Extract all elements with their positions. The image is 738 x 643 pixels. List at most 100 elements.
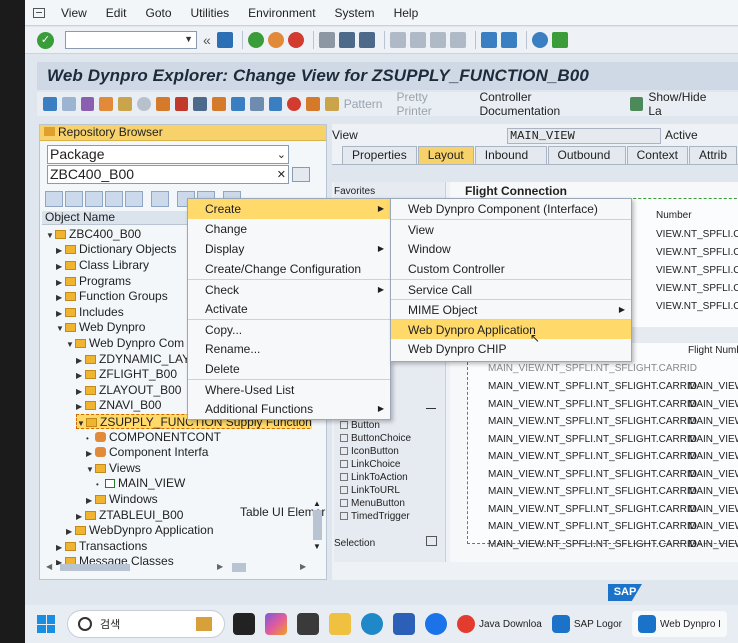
menu-item[interactable]: Display ▶ xyxy=(188,239,390,259)
tree-node[interactable]: ▶ ZNAVI_B00 xyxy=(76,398,161,413)
tree-node[interactable]: ▶ ZLAYOUT_B00 xyxy=(76,383,181,398)
tab-layout[interactable]: Layout xyxy=(417,146,474,164)
menu-environment[interactable]: Environment xyxy=(248,6,315,20)
layout-menu-icon[interactable] xyxy=(551,32,568,48)
display-object-list-icon[interactable] xyxy=(249,97,264,111)
menu-view[interactable]: View xyxy=(61,6,87,20)
scroll-thumb[interactable] xyxy=(60,564,130,571)
test-icon[interactable] xyxy=(174,97,189,111)
collapsed-icon[interactable]: ▶ xyxy=(76,384,85,399)
first-page-icon[interactable] xyxy=(389,32,406,48)
tab-properties[interactable]: Properties xyxy=(342,146,417,164)
expanded-icon[interactable]: ▼ xyxy=(86,462,95,477)
previous-page-icon[interactable] xyxy=(409,32,426,48)
system-menu-icon[interactable] xyxy=(33,7,45,18)
menu-item[interactable]: Activate xyxy=(188,299,390,319)
selection-label[interactable]: Selection xyxy=(334,538,375,549)
other-object-icon[interactable] xyxy=(118,97,132,111)
tree-node[interactable]: ▼ ZBC400_B00 xyxy=(46,227,141,242)
leaf-icon[interactable]: • xyxy=(96,477,105,492)
tree-icon[interactable] xyxy=(230,97,245,111)
collapsed-icon[interactable]: ▶ xyxy=(76,399,85,414)
info-icon[interactable] xyxy=(268,97,283,111)
tree-node[interactable]: ▶ ZTABLEUI_B00 xyxy=(76,508,183,523)
menu-item[interactable]: Check ▶ xyxy=(188,279,390,299)
palette-item[interactable]: LinkToAction xyxy=(340,472,408,484)
show-hide-layout-button[interactable]: Show/Hide La xyxy=(648,90,722,118)
palette-item[interactable]: TimedTrigger xyxy=(340,511,410,523)
collapsed-icon[interactable]: ▶ xyxy=(76,353,85,368)
menu-item[interactable]: Copy... xyxy=(188,319,390,339)
collapsed-icon[interactable]: ▶ xyxy=(56,290,65,305)
tree-node[interactable]: ▶ Includes xyxy=(56,305,124,320)
tree-node[interactable]: ▶ Windows xyxy=(86,492,158,507)
windows-start-icon[interactable] xyxy=(37,615,55,633)
menu-item[interactable]: Service Call xyxy=(391,279,631,299)
tree-node[interactable]: ▼ Views xyxy=(86,461,141,476)
collapsed-icon[interactable]: ▶ xyxy=(86,493,95,508)
menu-item[interactable]: Web Dynpro CHIP xyxy=(391,339,631,359)
taskbar-app-web-dynpro[interactable]: Web Dynpro I xyxy=(632,611,727,637)
tab-context[interactable]: Context xyxy=(626,146,688,164)
find-next-icon[interactable] xyxy=(358,32,375,48)
taskbar-app-chrome[interactable]: Java Downloa xyxy=(457,615,542,633)
collapse-icon[interactable]: « xyxy=(203,32,211,48)
app-icon[interactable] xyxy=(297,613,319,635)
wizard-icon[interactable] xyxy=(324,97,339,111)
tab-inbound-plugs[interactable]: Inbound Plugs xyxy=(474,146,547,177)
scroll-right-icon[interactable]: ▶ xyxy=(217,562,223,571)
selection-icon[interactable] xyxy=(426,536,437,546)
collapsed-icon[interactable]: ▶ xyxy=(76,509,85,524)
controller-documentation-button[interactable]: Controller Documentation xyxy=(479,90,613,118)
tab-attributes[interactable]: Attrib xyxy=(688,146,737,164)
show-hide-icon[interactable] xyxy=(629,97,644,111)
breakpoint-icon[interactable] xyxy=(287,97,302,111)
tree-node[interactable]: ▶ Dictionary Objects xyxy=(56,242,176,257)
tree-node[interactable]: • MAIN_VIEW xyxy=(96,476,185,491)
app-icon[interactable] xyxy=(425,613,447,635)
chevron-down-icon[interactable]: ▼ xyxy=(184,34,193,44)
menu-help[interactable]: Help xyxy=(394,6,419,20)
palette-item[interactable]: MenuButton xyxy=(340,498,405,510)
forward-arrow-icon[interactable] xyxy=(61,97,76,111)
exit-icon[interactable] xyxy=(267,32,284,48)
menu-item[interactable]: Rename... xyxy=(188,339,390,359)
clear-icon[interactable]: ✕ xyxy=(277,167,286,184)
leaf-icon[interactable]: • xyxy=(86,431,95,446)
collapsed-icon[interactable]: ▶ xyxy=(76,368,85,383)
object-type-select[interactable]: Package ⌄ xyxy=(47,145,289,164)
menu-item[interactable]: Web Dynpro Application xyxy=(391,319,631,339)
hierarchy-icon[interactable] xyxy=(212,97,226,111)
collapsed-icon[interactable]: ▶ xyxy=(56,259,65,274)
tree-node[interactable]: ▼ Web Dynpro xyxy=(56,320,145,335)
menu-goto[interactable]: Goto xyxy=(145,6,171,20)
pretty-printer-button[interactable]: Pretty Printer xyxy=(396,90,465,118)
menu-utilities[interactable]: Utilities xyxy=(191,6,230,20)
palette-item[interactable]: ButtonChoice xyxy=(340,433,411,445)
refresh-icon[interactable] xyxy=(85,191,103,207)
back-icon[interactable] xyxy=(247,32,264,48)
tree-node[interactable]: ▶ Programs xyxy=(56,274,131,289)
last-page-icon[interactable] xyxy=(449,32,466,48)
help-icon[interactable] xyxy=(531,32,548,48)
task-view-icon[interactable] xyxy=(233,613,255,635)
menu-item[interactable]: Delete xyxy=(188,359,390,379)
copilot-icon[interactable] xyxy=(265,613,287,635)
cancel-icon[interactable] xyxy=(287,32,304,48)
print-icon[interactable] xyxy=(318,32,335,48)
file-explorer-icon[interactable] xyxy=(329,613,351,635)
display-button[interactable] xyxy=(292,167,310,182)
palette-item[interactable]: LinkToURL xyxy=(340,485,400,497)
menu-item[interactable]: Window xyxy=(391,239,631,259)
chevron-down-icon[interactable]: ⌄ xyxy=(277,147,286,164)
expanded-icon[interactable]: ▼ xyxy=(77,416,86,431)
store-icon[interactable] xyxy=(393,613,415,635)
tree-node[interactable]: • COMPONENTCONT xyxy=(86,430,221,445)
tree-node[interactable]: ▶ Function Groups xyxy=(56,289,168,304)
tree-node[interactable]: ▶ ZDYNAMIC_LAY xyxy=(76,352,190,367)
collapsed-icon[interactable]: ▶ xyxy=(56,540,65,555)
favorites-label[interactable]: Favorites xyxy=(334,186,375,197)
back-arrow-icon[interactable] xyxy=(43,97,57,111)
scroll-right-icon[interactable]: ▶ xyxy=(300,562,306,571)
expanded-icon[interactable]: ▼ xyxy=(66,337,75,352)
